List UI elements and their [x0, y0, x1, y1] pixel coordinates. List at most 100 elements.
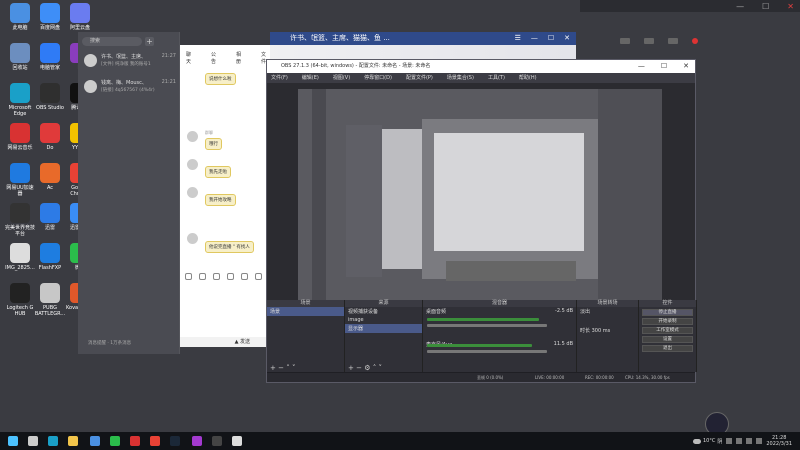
chrome-icon[interactable] [150, 436, 160, 446]
tab-chat[interactable]: 聊天 [186, 51, 195, 65]
message-bubble[interactable]: 我开始攻略 [205, 194, 236, 206]
toolbar-icon[interactable] [644, 38, 654, 44]
file-explorer-icon[interactable] [68, 436, 78, 446]
remove-icon[interactable]: − [278, 364, 284, 372]
desktop-icon[interactable]: FlashFXP [34, 243, 66, 271]
network-icon[interactable] [736, 438, 743, 444]
desktop-icon[interactable]: 百度网盘 [34, 3, 66, 31]
netease-music-icon[interactable] [130, 436, 140, 446]
desktop-icon[interactable]: 此电脑 [4, 3, 36, 31]
menu-profile[interactable]: 配置文件(P) [406, 73, 433, 83]
desktop-icon[interactable]: 迅雷 [34, 203, 66, 231]
remove-icon[interactable]: − [356, 364, 362, 372]
conversation-item[interactable]: 许书、氓篮、主席、 21:27 [文件] 纯净版 我的账号1 [82, 52, 178, 70]
desktop-icon[interactable]: 完美世界竞技平台 [4, 203, 36, 237]
desktop-icon[interactable]: Ac [34, 163, 66, 191]
clock[interactable]: 21:28 2022/3/31 [766, 435, 792, 447]
source-item[interactable]: 视频捕获设备 [345, 307, 422, 316]
tab-album[interactable]: 相册 [236, 51, 245, 65]
desktop-icon[interactable]: Microsoft Edge [4, 83, 36, 117]
menu-scene-collection[interactable]: 场景集合(S) [447, 73, 474, 83]
qq-icon[interactable] [90, 436, 100, 446]
desktop-icon[interactable]: IMG_2825... [4, 243, 36, 271]
message-bubble[interactable]: 他说完直播 " 有找人 [205, 241, 254, 253]
image-icon[interactable] [241, 273, 248, 280]
up-icon[interactable]: ˄ [286, 364, 290, 372]
avatar[interactable] [187, 131, 198, 142]
studio-mode-button[interactable]: 工作室模式 [642, 327, 693, 334]
volume-slider[interactable] [427, 324, 547, 327]
search-icon[interactable] [28, 436, 38, 446]
menu-docks[interactable]: 停靠窗口(D) [364, 73, 392, 83]
desktop-icon[interactable]: OBS Studio [34, 83, 66, 111]
exit-button[interactable]: 退出 [642, 345, 693, 352]
desktop-icon[interactable]: Do [34, 123, 66, 151]
maximize-icon[interactable]: ☐ [548, 32, 554, 45]
emoji-icon[interactable] [185, 273, 192, 280]
gif-icon[interactable] [199, 273, 206, 280]
add-icon[interactable]: + [270, 364, 276, 372]
desktop-icon[interactable]: 阿里云盘 [64, 3, 96, 31]
message-bubble[interactable]: 哦行 [205, 138, 222, 150]
close-icon[interactable]: ✕ [564, 32, 570, 45]
message-bubble[interactable]: 说想什么啦 [205, 73, 236, 85]
message-bubble[interactable]: 我先走啦 [205, 166, 231, 178]
minimize-icon[interactable]: — [736, 2, 744, 11]
desktop-icon[interactable]: Logitech G HUB [4, 283, 36, 317]
source-item[interactable]: image [345, 316, 422, 324]
toolbar-icon[interactable] [620, 38, 630, 44]
avatar[interactable] [187, 233, 198, 244]
menu-view[interactable]: 视图(V) [333, 73, 350, 83]
folder-icon[interactable] [227, 273, 234, 280]
input-method-icon[interactable] [756, 438, 763, 444]
menu-icon[interactable]: ☰ [515, 32, 521, 45]
start-recording-button[interactable]: 开始录制 [642, 318, 693, 325]
down-icon[interactable]: ˅ [292, 364, 296, 372]
menu-edit[interactable]: 编辑(E) [302, 73, 319, 83]
edge-icon[interactable] [48, 436, 58, 446]
desktop-icon[interactable]: 网易UU加速器 [4, 163, 36, 197]
stop-streaming-button[interactable]: 停止直播 [642, 309, 693, 316]
avatar[interactable] [187, 187, 198, 198]
minimize-icon[interactable]: — [531, 32, 538, 45]
menu-file[interactable]: 文件(F) [271, 73, 288, 83]
steam-icon[interactable] [170, 436, 180, 446]
search-input[interactable]: 搜索 [82, 37, 142, 46]
desktop-icon[interactable]: 回收站 [4, 43, 36, 71]
volume-icon[interactable] [746, 438, 753, 444]
avatar[interactable] [187, 159, 198, 170]
add-button[interactable]: + [145, 37, 154, 46]
wechat-icon[interactable] [110, 436, 120, 446]
transition-duration[interactable]: 时长 300 ms [577, 326, 638, 335]
up-icon[interactable]: ˄ [373, 364, 377, 372]
yy-icon[interactable] [192, 436, 202, 446]
volume-slider[interactable] [427, 350, 547, 353]
transition-select[interactable]: 淡出 [577, 307, 638, 316]
add-icon[interactable]: + [348, 364, 354, 372]
desktop-icon[interactable]: 网易云音乐 [4, 123, 36, 151]
weather-widget[interactable]: 10°C 阴 [692, 438, 722, 445]
obs-preview[interactable] [298, 89, 662, 315]
music-icon[interactable] [255, 273, 262, 280]
close-icon[interactable]: ✕ [787, 2, 794, 11]
start-icon[interactable] [8, 436, 18, 446]
scissors-icon[interactable] [213, 273, 220, 280]
maximize-icon[interactable]: ☐ [661, 60, 667, 73]
conversation-item[interactable]: 钱离、梅、Mousc、 21:21 [链接] 4q567567 (4%4r) [82, 78, 178, 96]
desktop-icon[interactable]: PUBG BATTLEGR... [34, 283, 66, 317]
toolbar-icon[interactable] [668, 38, 678, 44]
scene-item[interactable]: 场景 [267, 307, 344, 316]
settings-button[interactable]: 设置 [642, 336, 693, 343]
terminal-icon[interactable] [212, 436, 222, 446]
maximize-icon[interactable]: ☐ [762, 2, 769, 11]
menu-tools[interactable]: 工具(T) [488, 73, 505, 83]
down-icon[interactable]: ˅ [378, 364, 382, 372]
tab-notice[interactable]: 公告 [211, 51, 220, 65]
source-item[interactable]: 显示器 [345, 324, 422, 333]
tray-icon[interactable] [726, 438, 733, 444]
minimize-icon[interactable]: — [638, 60, 645, 73]
close-icon[interactable]: ✕ [683, 60, 689, 73]
desktop-icon[interactable]: 电脑管家 [34, 43, 66, 71]
menu-help[interactable]: 帮助(H) [519, 73, 537, 83]
send-button[interactable]: ▲ 发送 [180, 337, 270, 347]
